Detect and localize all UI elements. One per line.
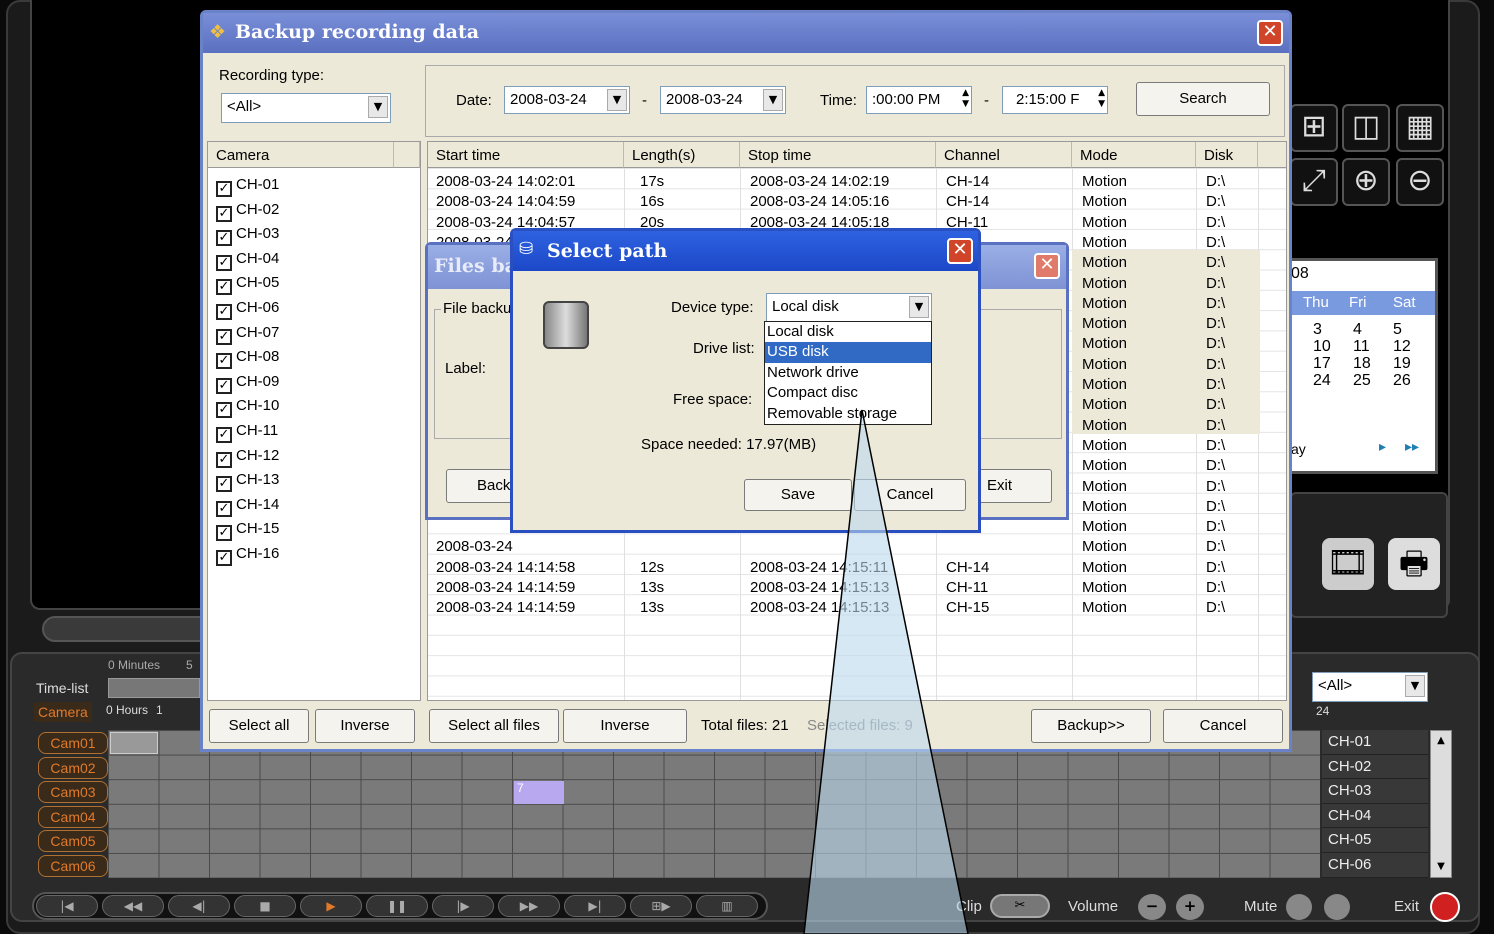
callout-pointer (803, 409, 969, 934)
